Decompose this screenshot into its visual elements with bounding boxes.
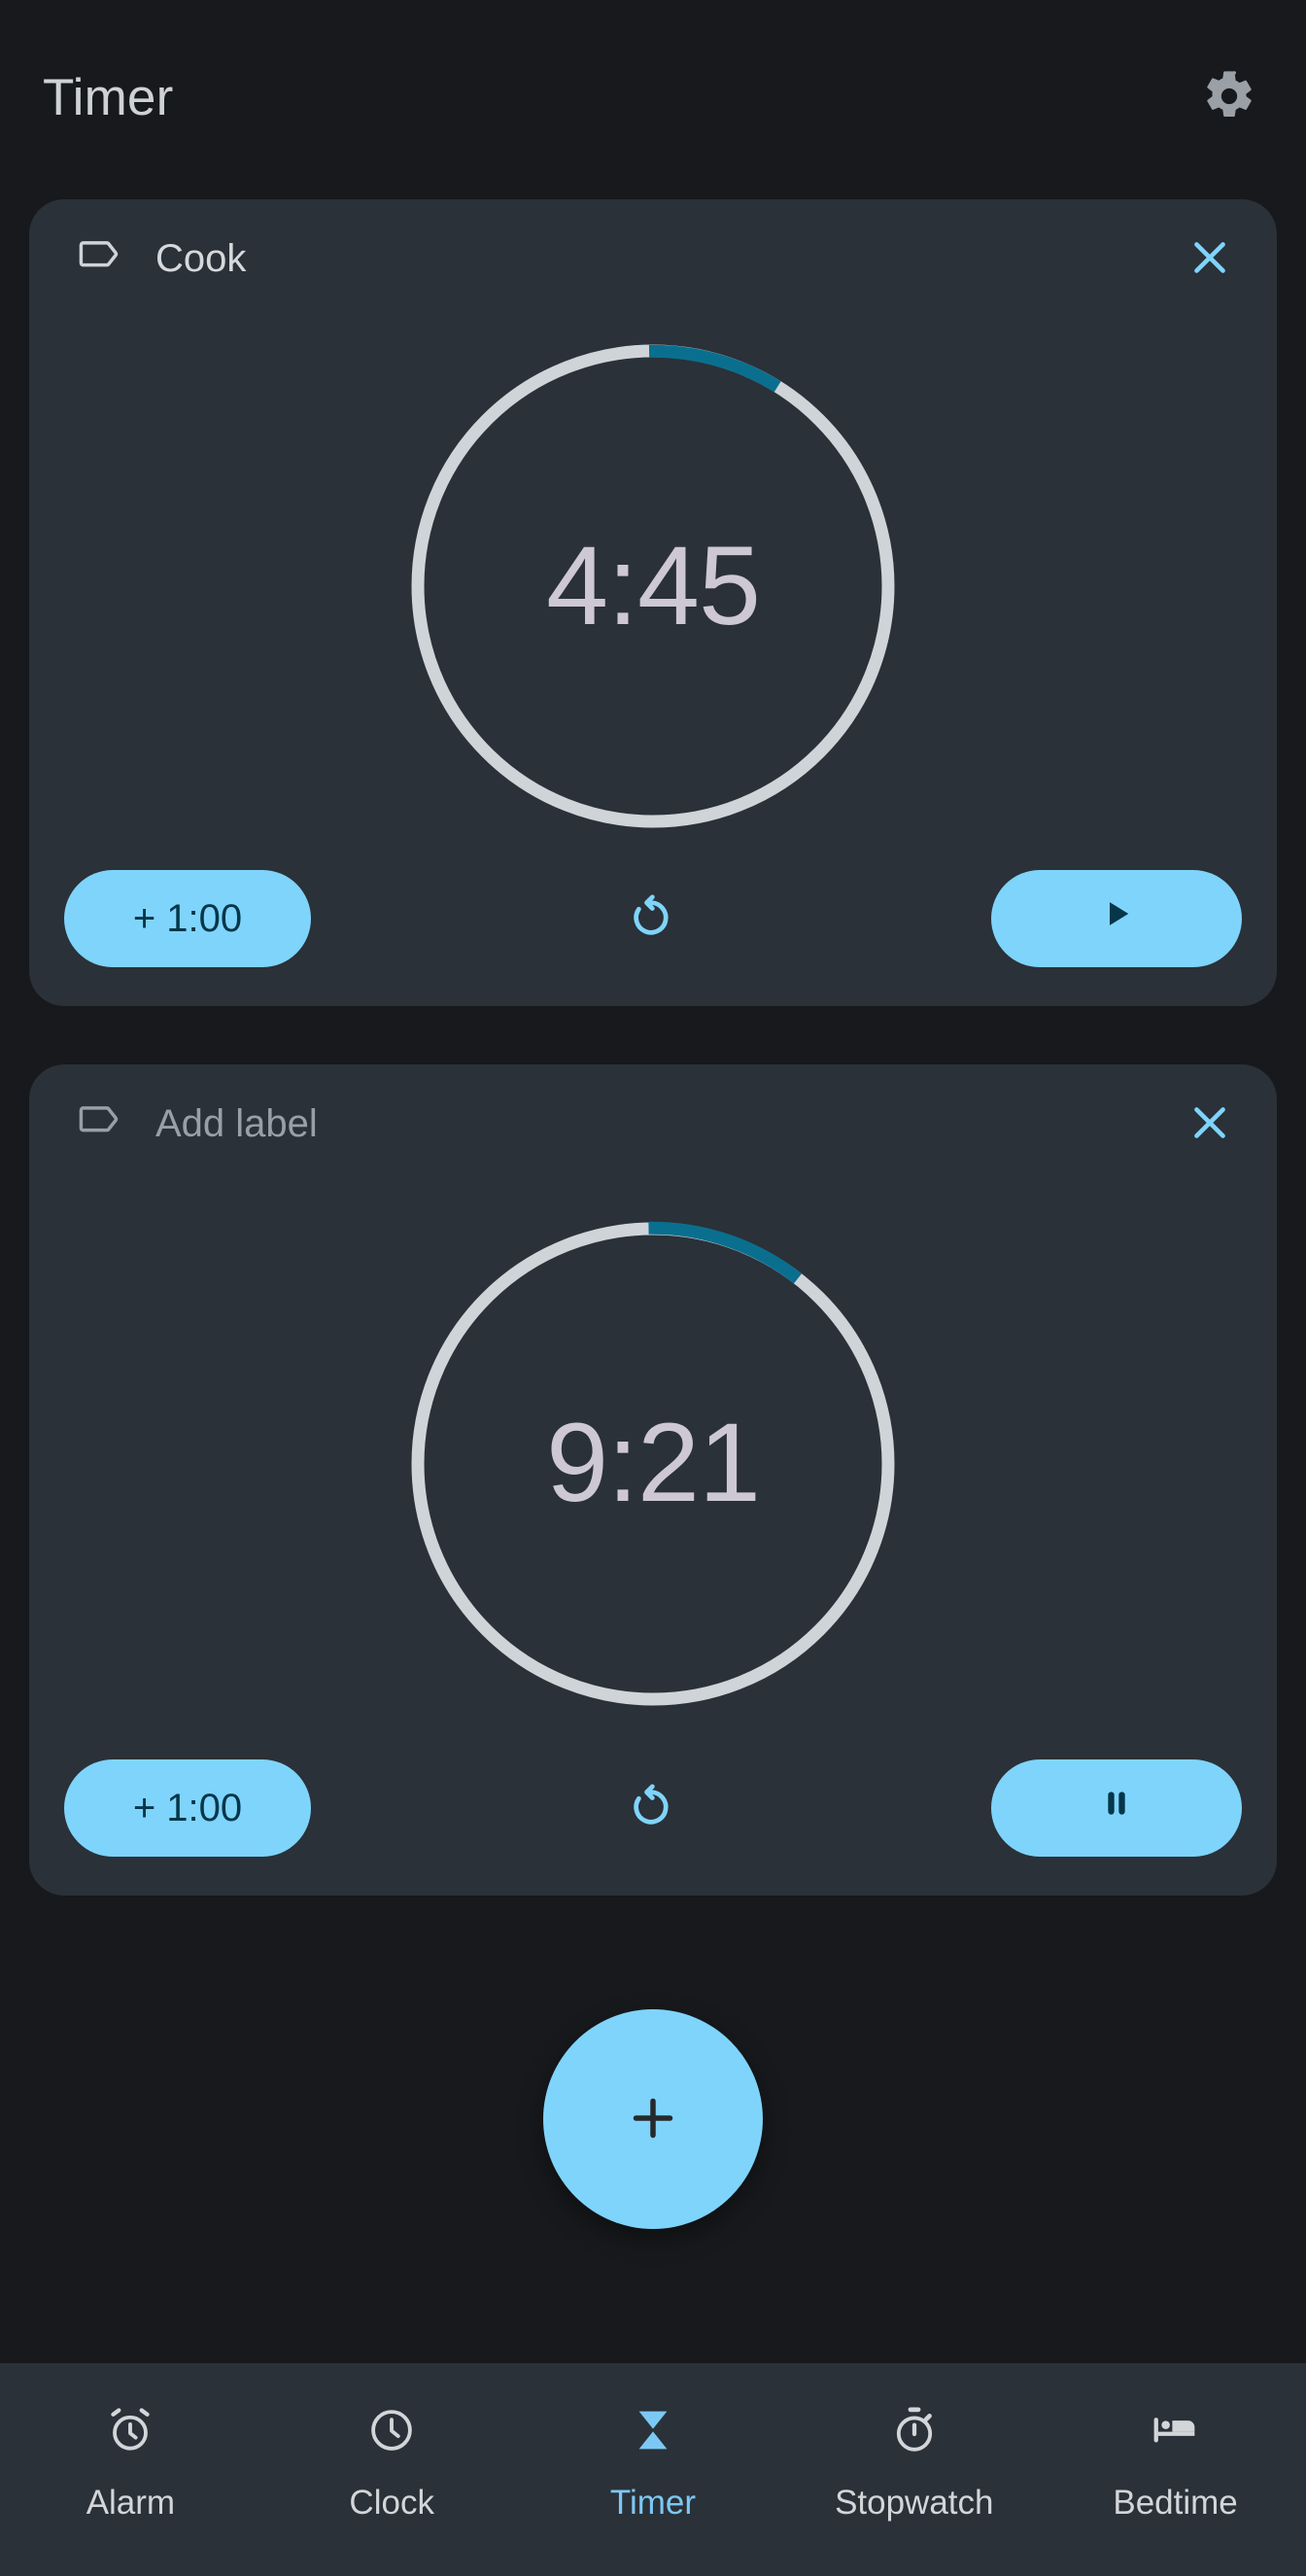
pause-timer-button[interactable] <box>991 1759 1242 1857</box>
nav-label-stopwatch: Stopwatch <box>835 2484 994 2522</box>
nav-label-clock: Clock <box>349 2484 434 2522</box>
nav-label-alarm: Alarm <box>86 2484 176 2522</box>
timer-screen: Timer Cook 4:45 + 1:00 Add label 9:21 + … <box>0 0 1306 2576</box>
close-icon <box>1186 233 1234 285</box>
plus-icon <box>624 2089 682 2150</box>
add-one-minute-button[interactable]: + 1:00 <box>64 1759 311 1857</box>
gear-icon <box>1202 69 1256 126</box>
timer-dial-container: 4:45 <box>29 318 1277 854</box>
label-tag-icon <box>76 231 126 287</box>
timer-card-header: Cook <box>29 199 1277 318</box>
nav-label-bedtime: Bedtime <box>1113 2484 1238 2522</box>
app-header: Timer <box>0 0 1306 194</box>
pause-icon <box>1097 1784 1136 1832</box>
label-tag-icon <box>76 1097 126 1152</box>
reset-timer-button[interactable] <box>601 868 702 969</box>
add-timer-fab[interactable] <box>543 2009 763 2229</box>
play-icon <box>1096 893 1137 944</box>
timer-label-text: Cook <box>155 237 247 280</box>
nav-item-bedtime[interactable]: Bedtime <box>1045 2400 1306 2520</box>
bottom-navigation: Alarm Clock Timer Stopwatch Bedtime <box>0 2363 1306 2576</box>
add-one-minute-button[interactable]: + 1:00 <box>64 870 311 967</box>
timer-dial[interactable]: 9:21 <box>388 1199 918 1729</box>
timer-label-button[interactable]: Add label <box>76 1097 318 1152</box>
nav-item-alarm[interactable]: Alarm <box>0 2400 261 2520</box>
start-timer-button[interactable] <box>991 870 1242 967</box>
timer-dial[interactable]: 4:45 <box>388 321 918 852</box>
delete-timer-button[interactable] <box>1172 221 1248 296</box>
page-title: Timer <box>43 68 174 126</box>
nav-item-stopwatch[interactable]: Stopwatch <box>783 2400 1045 2520</box>
timer-controls: + 1:00 <box>29 854 1277 983</box>
timer-controls: + 1:00 <box>29 1744 1277 1872</box>
delete-timer-button[interactable] <box>1172 1086 1248 1162</box>
nav-label-timer: Timer <box>609 2484 697 2522</box>
hourglass-icon <box>627 2400 679 2460</box>
bed-icon <box>1150 2400 1202 2460</box>
alarm-clock-icon <box>104 2400 156 2460</box>
nav-item-clock[interactable]: Clock <box>261 2400 523 2520</box>
timer-card: Cook 4:45 + 1:00 <box>29 199 1277 1006</box>
settings-button[interactable] <box>1193 61 1265 133</box>
stopwatch-icon <box>888 2400 941 2460</box>
nav-item-timer[interactable]: Timer <box>523 2400 784 2520</box>
reset-timer-button[interactable] <box>601 1758 702 1859</box>
timer-label-text: Add label <box>155 1102 318 1145</box>
timers-list: Cook 4:45 + 1:00 Add label 9:21 + 1:00 <box>0 194 1306 2363</box>
timer-card-header: Add label <box>29 1064 1277 1183</box>
timer-remaining-time: 4:45 <box>546 523 761 648</box>
reset-icon <box>625 891 677 947</box>
close-icon <box>1186 1098 1234 1150</box>
timer-card: Add label 9:21 + 1:00 <box>29 1064 1277 1896</box>
reset-icon <box>625 1781 677 1836</box>
fab-container <box>0 1944 1306 2294</box>
timer-label-button[interactable]: Cook <box>76 231 246 287</box>
clock-icon <box>365 2400 418 2460</box>
timer-remaining-time: 9:21 <box>546 1401 761 1525</box>
timer-dial-container: 9:21 <box>29 1183 1277 1744</box>
